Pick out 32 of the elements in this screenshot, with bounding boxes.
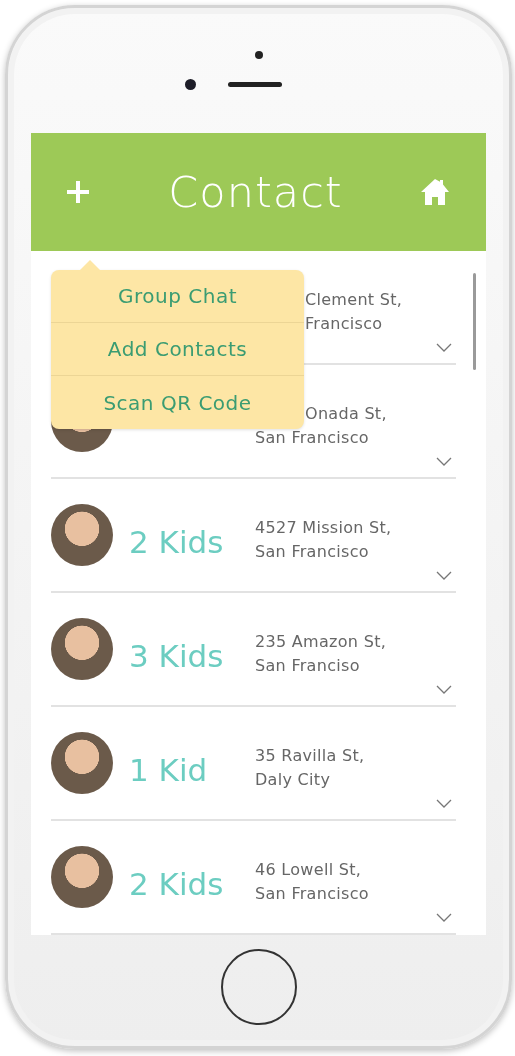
home-key[interactable] xyxy=(220,948,297,1025)
camera-lens xyxy=(185,79,196,90)
speaker-slot xyxy=(228,82,282,87)
address-text: 235 Amazon St, San Franciso xyxy=(255,631,388,677)
contact-row[interactable]: 2 Kids 4527 Mission St, San Francisco xyxy=(51,479,456,593)
page-title: Contact xyxy=(168,167,343,217)
expand-button[interactable] xyxy=(436,683,452,693)
address-text: 46 Lowell St, San Francisco xyxy=(255,859,370,905)
expand-button[interactable] xyxy=(436,569,452,579)
contact-row[interactable]: 2 Kids 46 Lowell St, San Francisco xyxy=(51,821,456,935)
home-icon xyxy=(420,178,450,206)
expand-button[interactable] xyxy=(436,455,452,465)
address-text: 4527 Mission St, San Francisco xyxy=(255,517,393,563)
expand-button[interactable] xyxy=(436,797,452,807)
kids-count: 2 Kids xyxy=(129,865,225,902)
chevron-down-icon xyxy=(436,685,452,695)
chevron-down-icon xyxy=(436,913,452,923)
chevron-down-icon xyxy=(436,799,452,809)
expand-button[interactable] xyxy=(436,341,452,351)
chevron-down-icon xyxy=(436,457,452,467)
address-text: Clement St, Francisco xyxy=(304,289,404,335)
expand-button[interactable] xyxy=(436,911,452,921)
contact-row[interactable]: 1 Kid 35 Ravilla St, Daly City xyxy=(51,707,456,821)
plus-icon xyxy=(65,179,91,205)
chevron-down-icon xyxy=(436,343,452,353)
kids-count: 3 Kids xyxy=(129,637,225,674)
kids-count: 2 Kids xyxy=(129,523,225,560)
contact-row[interactable]: 3 Kids 235 Amazon St, San Franciso xyxy=(51,593,456,707)
sensor-dot xyxy=(254,51,263,59)
chevron-down-icon xyxy=(436,571,452,581)
address-text: 35 Ravilla St, Daly City xyxy=(255,745,366,791)
kids-count: 1 Kid xyxy=(129,751,209,788)
